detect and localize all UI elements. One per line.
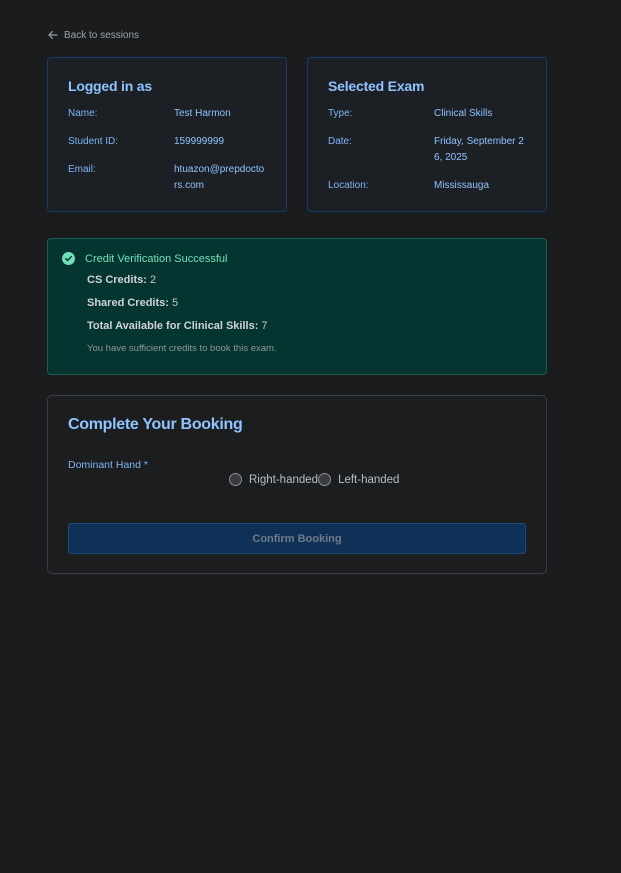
credit-verification-header: Credit Verification Successful [62,252,532,265]
back-link-label: Back to sessions [64,29,140,41]
exam-type-value: Clinical Skills [434,108,493,119]
cs-credits-line: CS Credits: 2 [87,274,532,287]
total-credits-label: Total Available for Clinical Skills: [87,320,259,332]
email-label: Email: [68,164,96,175]
total-credits-line: Total Available for Clinical Skills: 7 [87,320,532,333]
student-id-row: Student ID: 159999999 [68,134,266,150]
credit-verification-heading: Credit Verification Successful [85,252,228,265]
name-label: Name: [68,108,98,119]
selected-exam-title: Selected Exam [328,78,425,94]
email-value: htuazon@prepdoctors.com [174,164,265,191]
exam-date-label: Date: [328,136,352,147]
dominant-hand-radio-group: Right-handed Left-handed [229,473,399,486]
booking-page: Back to sessions Logged in as Name: Test… [0,0,621,873]
cs-credits-value: 2 [149,274,157,286]
right-handed-label: Right-handed [249,473,319,486]
booking-card: Complete Your Booking Dominant Hand * Ri… [47,395,547,574]
name-value: Test Harmon [174,108,231,119]
selected-exam-card: Selected Exam Type: Clinical Skills Date… [307,57,547,212]
email-row: Email: htuazon@prepdoctors.com [68,162,266,194]
credit-verification-box: Credit Verification Successful CS Credit… [47,238,547,375]
left-handed-radio[interactable] [318,473,332,486]
left-handed-option[interactable]: Left-handed [318,473,399,486]
exam-location-row: Location: Mississauga [328,178,526,194]
logged-in-title: Logged in as [68,78,152,94]
check-circle-icon [62,252,75,265]
booking-title: Complete Your Booking [68,416,243,433]
left-handed-label: Left-handed [338,473,400,486]
confirm-booking-button[interactable]: Confirm Booking [68,523,526,554]
shared-credits-line: Shared Credits: 5 [87,297,532,310]
right-handed-radio[interactable] [229,473,242,486]
name-row: Name: Test Harmon [68,106,266,122]
logged-in-card: Logged in as Name: Test Harmon Student I… [47,57,287,212]
shared-credits-label: Shared Credits: [87,297,169,309]
credit-details: CS Credits: 2 Shared Credits: 5 Total Av… [62,274,532,354]
exam-type-label: Type: [328,108,353,119]
student-id-label: Student ID: [68,136,119,147]
back-link[interactable]: Back to sessions [47,29,139,41]
cs-credits-label: CS Credits: [87,274,147,286]
exam-location-label: Location: [328,180,369,191]
credit-note: You have sufficient credits to book this… [87,343,277,354]
exam-location-value: Mississauga [434,180,490,191]
total-credits-value: 7 [261,320,268,332]
exam-type-row: Type: Clinical Skills [328,106,526,122]
dominant-hand-label: Dominant Hand * [68,459,148,471]
student-id-value: 159999999 [174,136,225,147]
shared-credits-value: 5 [171,297,179,309]
exam-date-value: Friday, September 26, 2025 [434,136,524,163]
arrow-left-icon [48,30,58,40]
exam-date-row: Date: Friday, September 26, 2025 [328,134,526,166]
right-handed-option[interactable]: Right-handed [229,473,318,486]
